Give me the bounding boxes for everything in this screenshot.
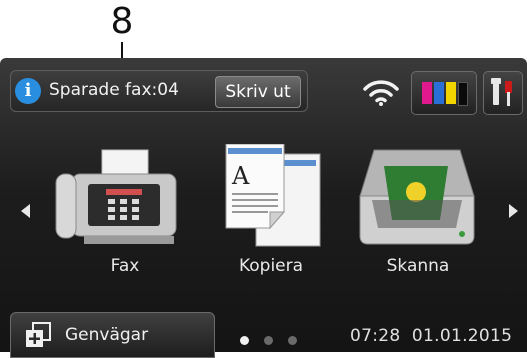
settings-button[interactable] [483, 71, 523, 115]
clock-date: 01.01.2015 [411, 326, 513, 346]
status-bar: i Sparade fax:04 Skriv ut [10, 70, 308, 112]
scanner-icon [359, 149, 475, 245]
shortcuts-label: Genvägar [65, 325, 149, 345]
ink-level-cyan-icon [434, 82, 444, 104]
page-indicator-dot [264, 336, 273, 345]
info-icon[interactable]: i [15, 78, 41, 104]
touchscreen: i Sparade fax:04 Skriv ut Fax A Kopiera … [0, 58, 527, 358]
ink-level-magenta-icon [422, 82, 432, 104]
ink-level-black-icon [458, 82, 468, 106]
scroll-right-arrow-icon[interactable] [509, 204, 518, 218]
clock-time: 07:28 [350, 326, 401, 346]
callout-number: 8 [110, 1, 134, 42]
shortcut-pages-icon [26, 322, 51, 347]
date-time: 07:28 01.01.2015 [350, 326, 512, 346]
fax-app-label: Fax [110, 256, 140, 276]
shortcuts-button[interactable]: Genvägar [10, 312, 215, 358]
svg-text:A: A [231, 162, 250, 190]
tools-icon [491, 78, 512, 106]
ink-level-yellow-icon [446, 82, 456, 104]
page-indicator-dot [240, 336, 249, 345]
page-indicator-dot [288, 336, 297, 345]
ink-button[interactable] [411, 71, 477, 115]
print-button[interactable]: Skriv ut [215, 76, 301, 108]
copy-app-label: Kopiera [238, 256, 304, 276]
wifi-icon[interactable] [363, 80, 399, 106]
scan-app-label: Skanna [386, 256, 450, 276]
fax-machine-icon [55, 149, 177, 244]
copy-documents-icon: A [225, 143, 321, 247]
scroll-left-arrow-icon[interactable] [21, 204, 30, 218]
stored-fax-status: Sparade fax:04 [49, 80, 179, 100]
